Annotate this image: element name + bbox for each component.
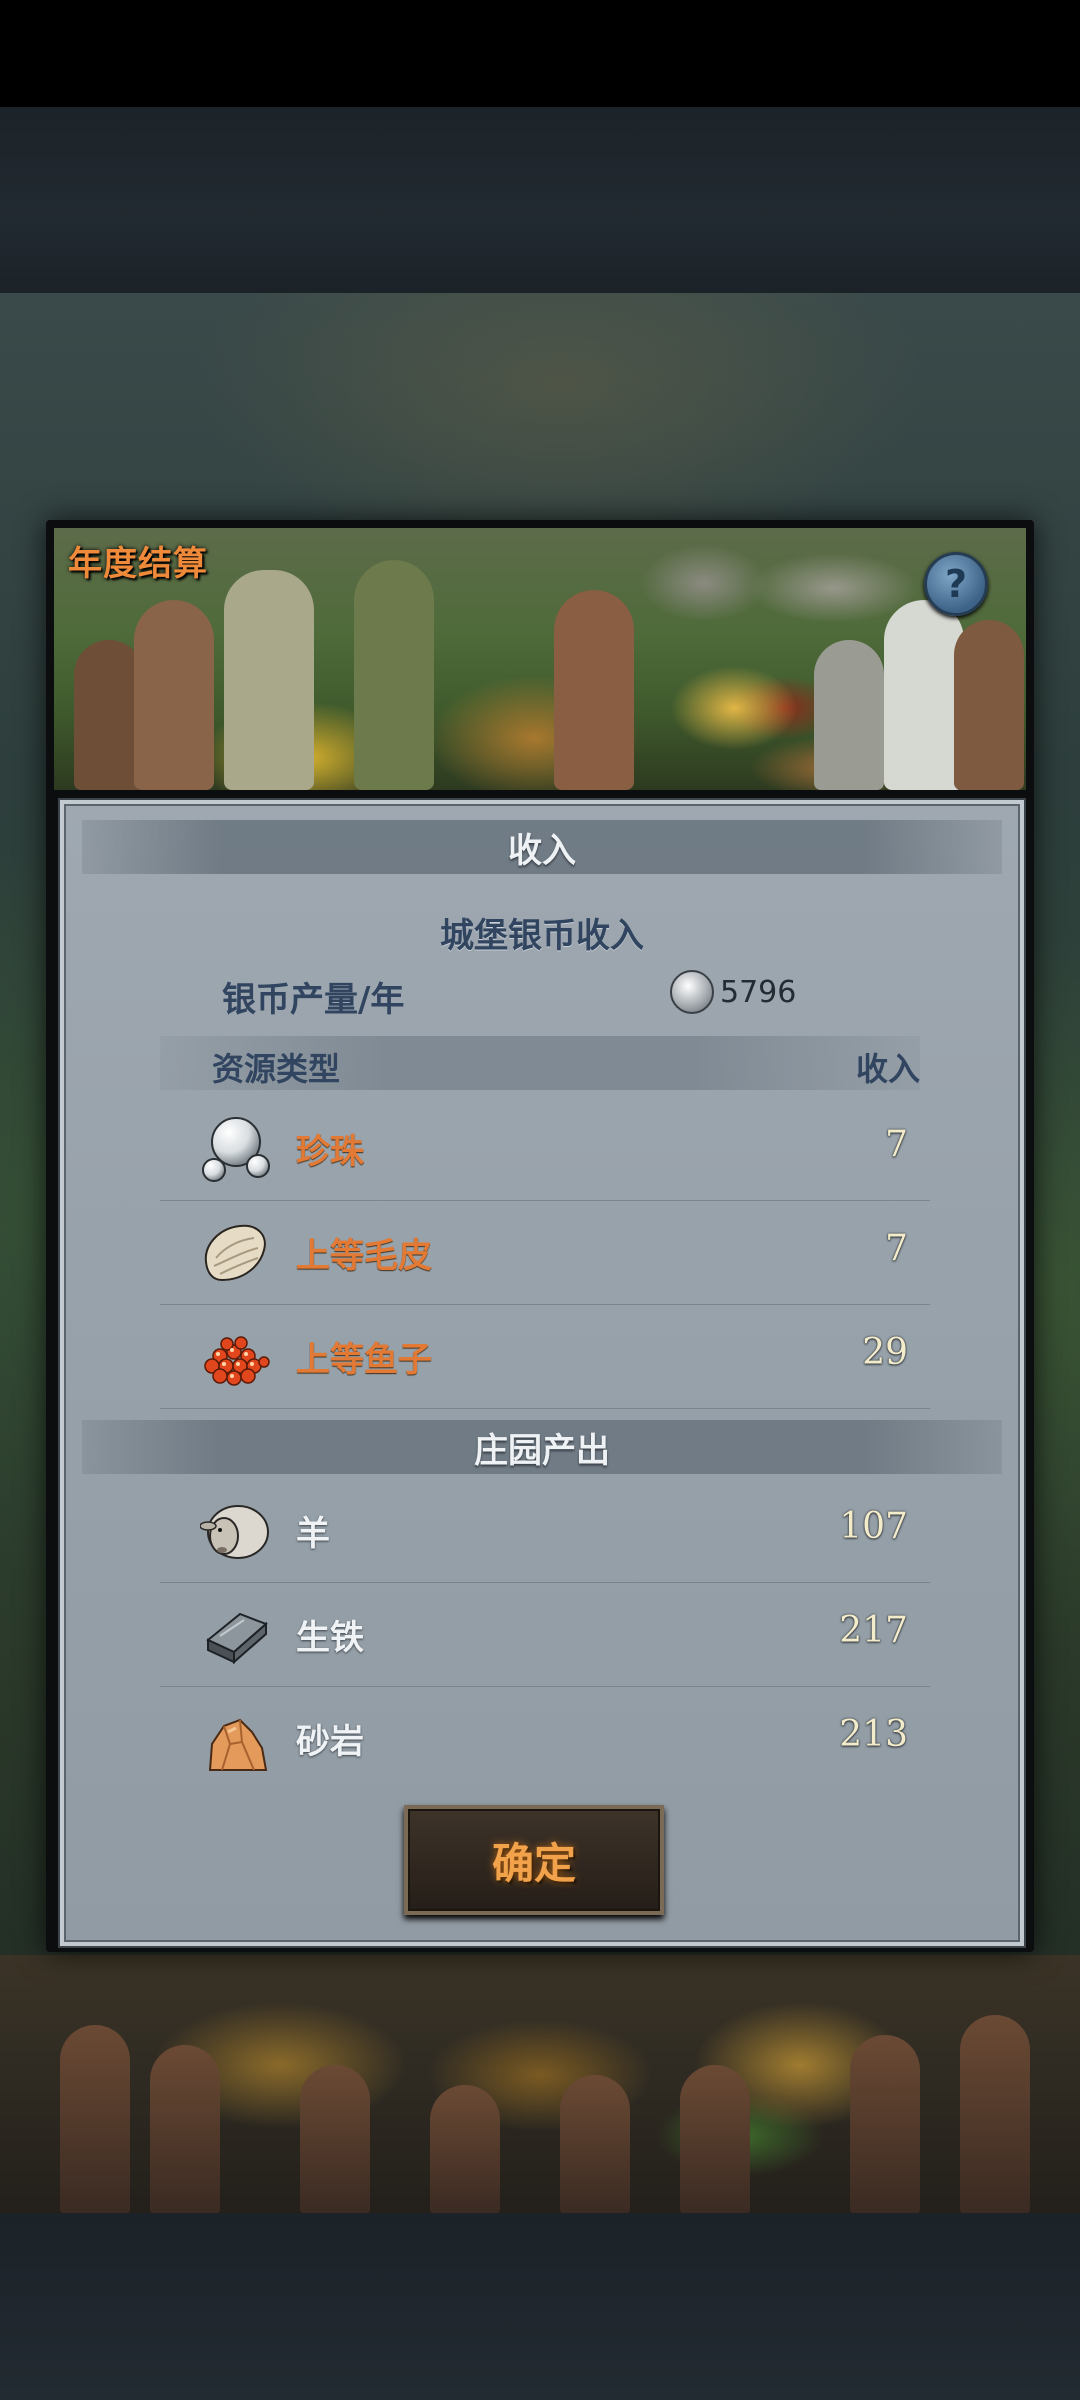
- villager-figure: [430, 2085, 500, 2215]
- villager-figure: [680, 2065, 750, 2215]
- resource-row-fur: 上等毛皮 7: [160, 1200, 930, 1305]
- pig-iron-icon: [206, 1612, 268, 1665]
- villager-figure: [954, 620, 1024, 790]
- estate-row-pig-iron: 生铁 217: [160, 1582, 930, 1687]
- pearl-icon: [202, 1117, 270, 1182]
- sheep-icon: [200, 1505, 269, 1559]
- villager-figure: [150, 2045, 220, 2215]
- estate-value: 217: [839, 1610, 908, 1651]
- resource-name: 珍珠: [296, 1132, 364, 1172]
- estate-name: 砂岩: [296, 1722, 364, 1762]
- villager-figure: [134, 600, 214, 790]
- dialog-title: 年度结算: [68, 544, 208, 584]
- resource-row-pearl: 珍珠 7: [160, 1096, 930, 1201]
- estate-row-sandstone: 砂岩 213: [160, 1686, 930, 1771]
- estate-name: 生铁: [296, 1618, 364, 1658]
- estate-value: 107: [839, 1506, 908, 1547]
- estate-value: 213: [839, 1714, 908, 1755]
- estate-row-sheep: 羊 107: [160, 1478, 930, 1583]
- silver-coin-icon: [670, 970, 714, 1014]
- bottom-frame: [0, 2213, 1080, 2400]
- settlement-panel: 收入 城堡银币收入 银币产量/年 5796 资源类型 收入 珍珠 7 上等毛皮 …: [58, 798, 1026, 1948]
- villager-figure: [354, 560, 434, 790]
- villager-figure: [60, 2025, 130, 2215]
- silver-output-value: 5796: [670, 970, 796, 1014]
- income-header: 收入: [855, 1050, 920, 1088]
- resource-table-header: 资源类型 收入: [160, 1036, 920, 1090]
- villager-figure: [960, 2015, 1030, 2215]
- bottom-harvest-scene: [0, 1955, 1080, 2215]
- villager-figure: [850, 2035, 920, 2215]
- villager-figure: [554, 590, 634, 790]
- resource-name: 上等鱼子: [296, 1340, 432, 1380]
- villager-figure: [224, 570, 314, 790]
- confirm-button-label: 确定: [491, 1838, 576, 1888]
- caviar-icon: [204, 1336, 270, 1386]
- silver-output-label: 银币产量/年: [222, 980, 405, 1020]
- resource-row-caviar: 上等鱼子 29: [160, 1304, 930, 1409]
- villager-figure: [884, 600, 964, 790]
- annual-settlement-dialog: 年度结算 ? 收入 城堡银币收入 银币产量/年 5796 资源类型 收入 珍珠 …: [46, 520, 1034, 1952]
- help-button[interactable]: ?: [924, 552, 988, 616]
- villager-figure: [560, 2075, 630, 2215]
- harvest-banner-image: 年度结算 ?: [54, 528, 1026, 790]
- villager-figure: [300, 2065, 370, 2215]
- fur-icon: [204, 1224, 266, 1282]
- confirm-button[interactable]: 确定: [404, 1805, 664, 1915]
- castle-silver-title: 城堡银币收入: [440, 916, 644, 956]
- villager-figure: [814, 640, 884, 790]
- estate-name: 羊: [296, 1514, 330, 1554]
- resource-value: 7: [885, 1124, 908, 1165]
- resource-value: 7: [885, 1228, 908, 1269]
- estate-section-title: 庄园产出: [474, 1430, 610, 1471]
- resource-name: 上等毛皮: [296, 1236, 432, 1276]
- status-bar-area: [0, 0, 1080, 107]
- sandstone-icon: [208, 1718, 268, 1771]
- top-frame: [0, 107, 1080, 293]
- income-section-header: 收入: [82, 820, 1002, 874]
- silver-output-amount: 5796: [720, 974, 797, 1010]
- resource-type-header: 资源类型: [212, 1050, 341, 1088]
- resource-value: 29: [862, 1332, 908, 1373]
- estate-section-header: 庄园产出: [82, 1420, 1002, 1474]
- income-section-title: 收入: [508, 830, 576, 871]
